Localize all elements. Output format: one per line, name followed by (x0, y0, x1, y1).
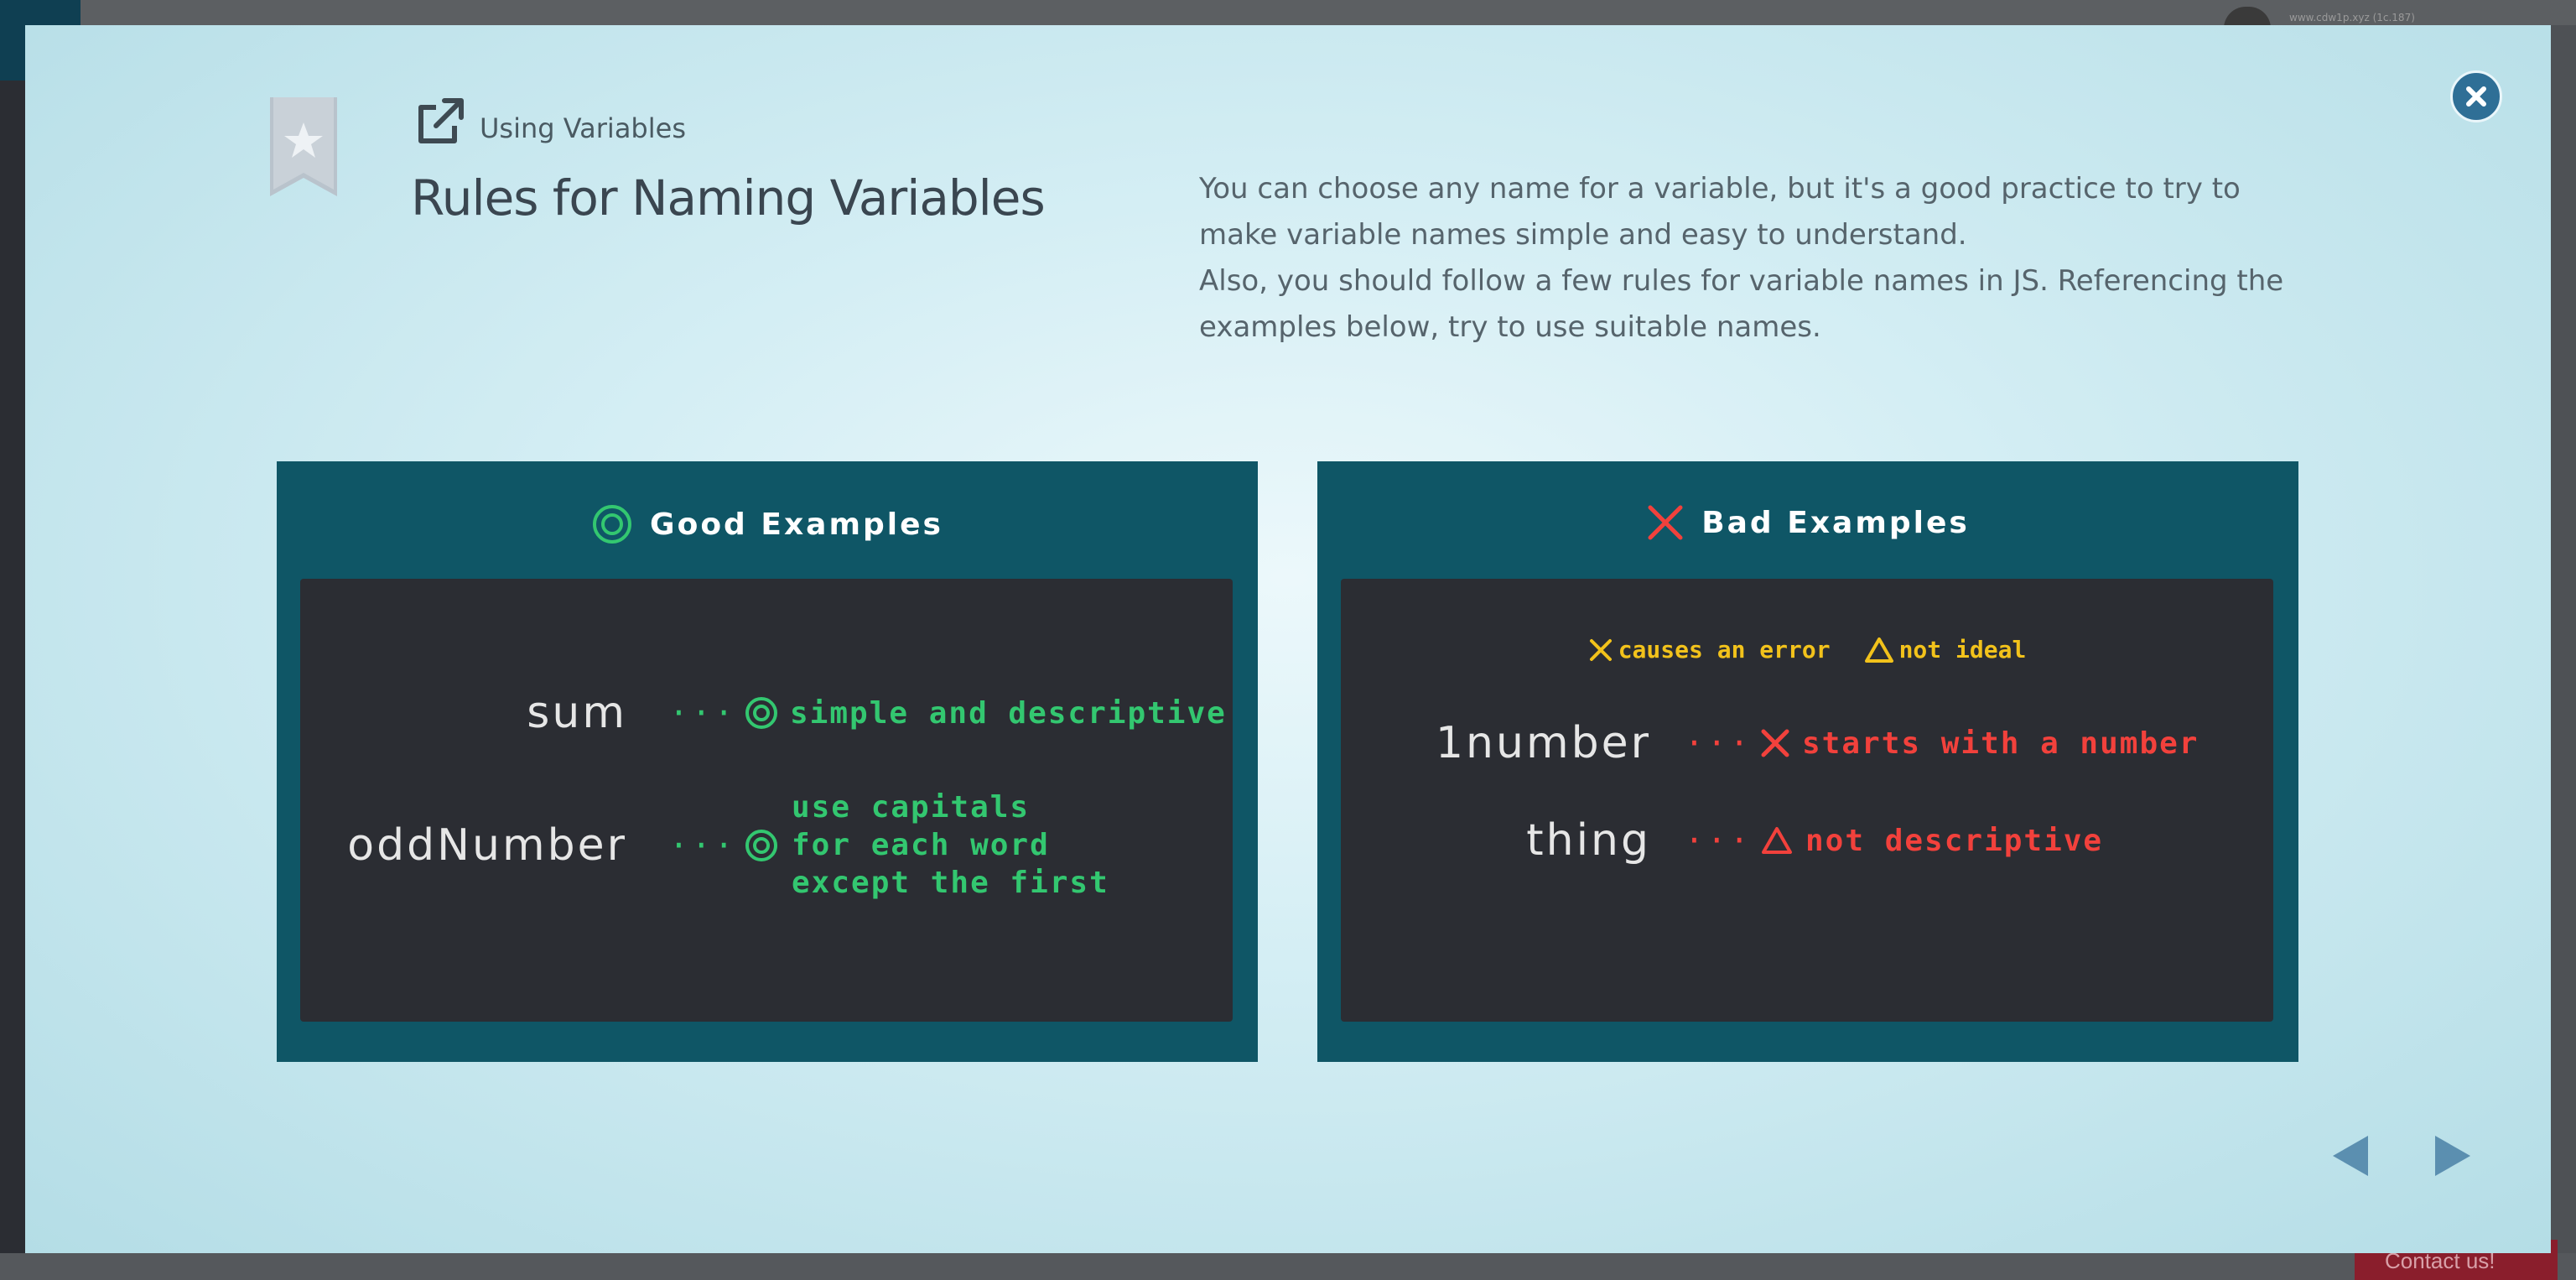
background-url-text: www.cdw1p.xyz (1c.187) (2289, 12, 2415, 23)
dots: ··· (669, 826, 737, 864)
triangle-icon (1762, 827, 1792, 854)
example-row: sum ··· simple and descriptive (317, 688, 1227, 738)
good-examples-header: Good Examples (277, 503, 1258, 545)
description-text: You can choose any name for a variable, … (1199, 166, 2306, 351)
triangle-icon (1864, 637, 1893, 663)
external-link-icon (418, 98, 464, 143)
page-title: Rules for Naming Variables (411, 169, 1046, 226)
background-bottombar (0, 1253, 2576, 1280)
double-circle-icon (745, 829, 777, 861)
example-note: use capitals for each word except the fi… (792, 788, 1109, 902)
description-paragraph: You can choose any name for a variable, … (1199, 172, 2241, 252)
cross-icon (1648, 505, 1683, 540)
double-circle-icon (745, 697, 777, 729)
legend-label: causes an error (1618, 636, 1831, 663)
bookmark-star-icon[interactable] (267, 97, 340, 196)
example-note: starts with a number (1802, 726, 2199, 761)
bad-examples-header: Bad Examples (1317, 503, 2298, 542)
close-icon (2466, 86, 2486, 107)
example-note: simple and descriptive (790, 695, 1227, 731)
dots: ··· (1685, 822, 1753, 859)
good-examples-board: sum ··· simple and descriptive oddNumber… (300, 579, 1233, 1022)
description-paragraph: Also, you should follow a few rules for … (1199, 264, 2284, 344)
breadcrumb[interactable]: Using Variables (480, 112, 686, 144)
legend-item-error: causes an error (1588, 636, 1831, 663)
variable-name: oddNumber (347, 820, 627, 871)
bad-examples-title: Bad Examples (1701, 505, 1970, 540)
arrow-right-icon[interactable] (2432, 1132, 2474, 1179)
legend-label: not ideal (1898, 636, 2027, 663)
note-line: use capitals (792, 790, 1031, 825)
legend: causes an error not ideal (1341, 636, 2273, 663)
example-note: not descriptive (1805, 823, 2104, 858)
good-examples-title: Good Examples (650, 507, 943, 542)
background-scrollbar (2551, 25, 2576, 1253)
good-examples-panel: Good Examples sum ··· simple and descrip… (277, 461, 1258, 1062)
bad-examples-board: causes an error not ideal 1number ··· st… (1341, 579, 2273, 1022)
note-line: except the first (792, 866, 1109, 900)
cross-icon (1589, 638, 1612, 661)
legend-item-not-ideal: not ideal (1864, 636, 2027, 663)
variable-name: thing (1526, 815, 1651, 866)
note-line: for each word (792, 828, 1050, 862)
arrow-left-icon[interactable] (2329, 1132, 2371, 1179)
dots: ··· (1685, 725, 1753, 762)
background-topbar (0, 0, 2576, 25)
dots: ··· (669, 695, 737, 731)
bad-examples-panel: Bad Examples causes an error not ideal 1… (1317, 461, 2298, 1062)
example-row: oddNumber ··· use capitals for each word… (317, 788, 1109, 902)
close-button[interactable] (2450, 70, 2502, 122)
lesson-modal: Using Variables Rules for Naming Variabl… (25, 25, 2551, 1253)
example-row: thing ··· not descriptive (1358, 815, 2103, 866)
example-row: 1number ··· starts with a number (1358, 718, 2199, 768)
variable-name: sum (527, 688, 627, 738)
double-circle-icon (593, 505, 632, 544)
variable-name: 1number (1435, 718, 1651, 768)
cross-icon (1761, 729, 1789, 757)
